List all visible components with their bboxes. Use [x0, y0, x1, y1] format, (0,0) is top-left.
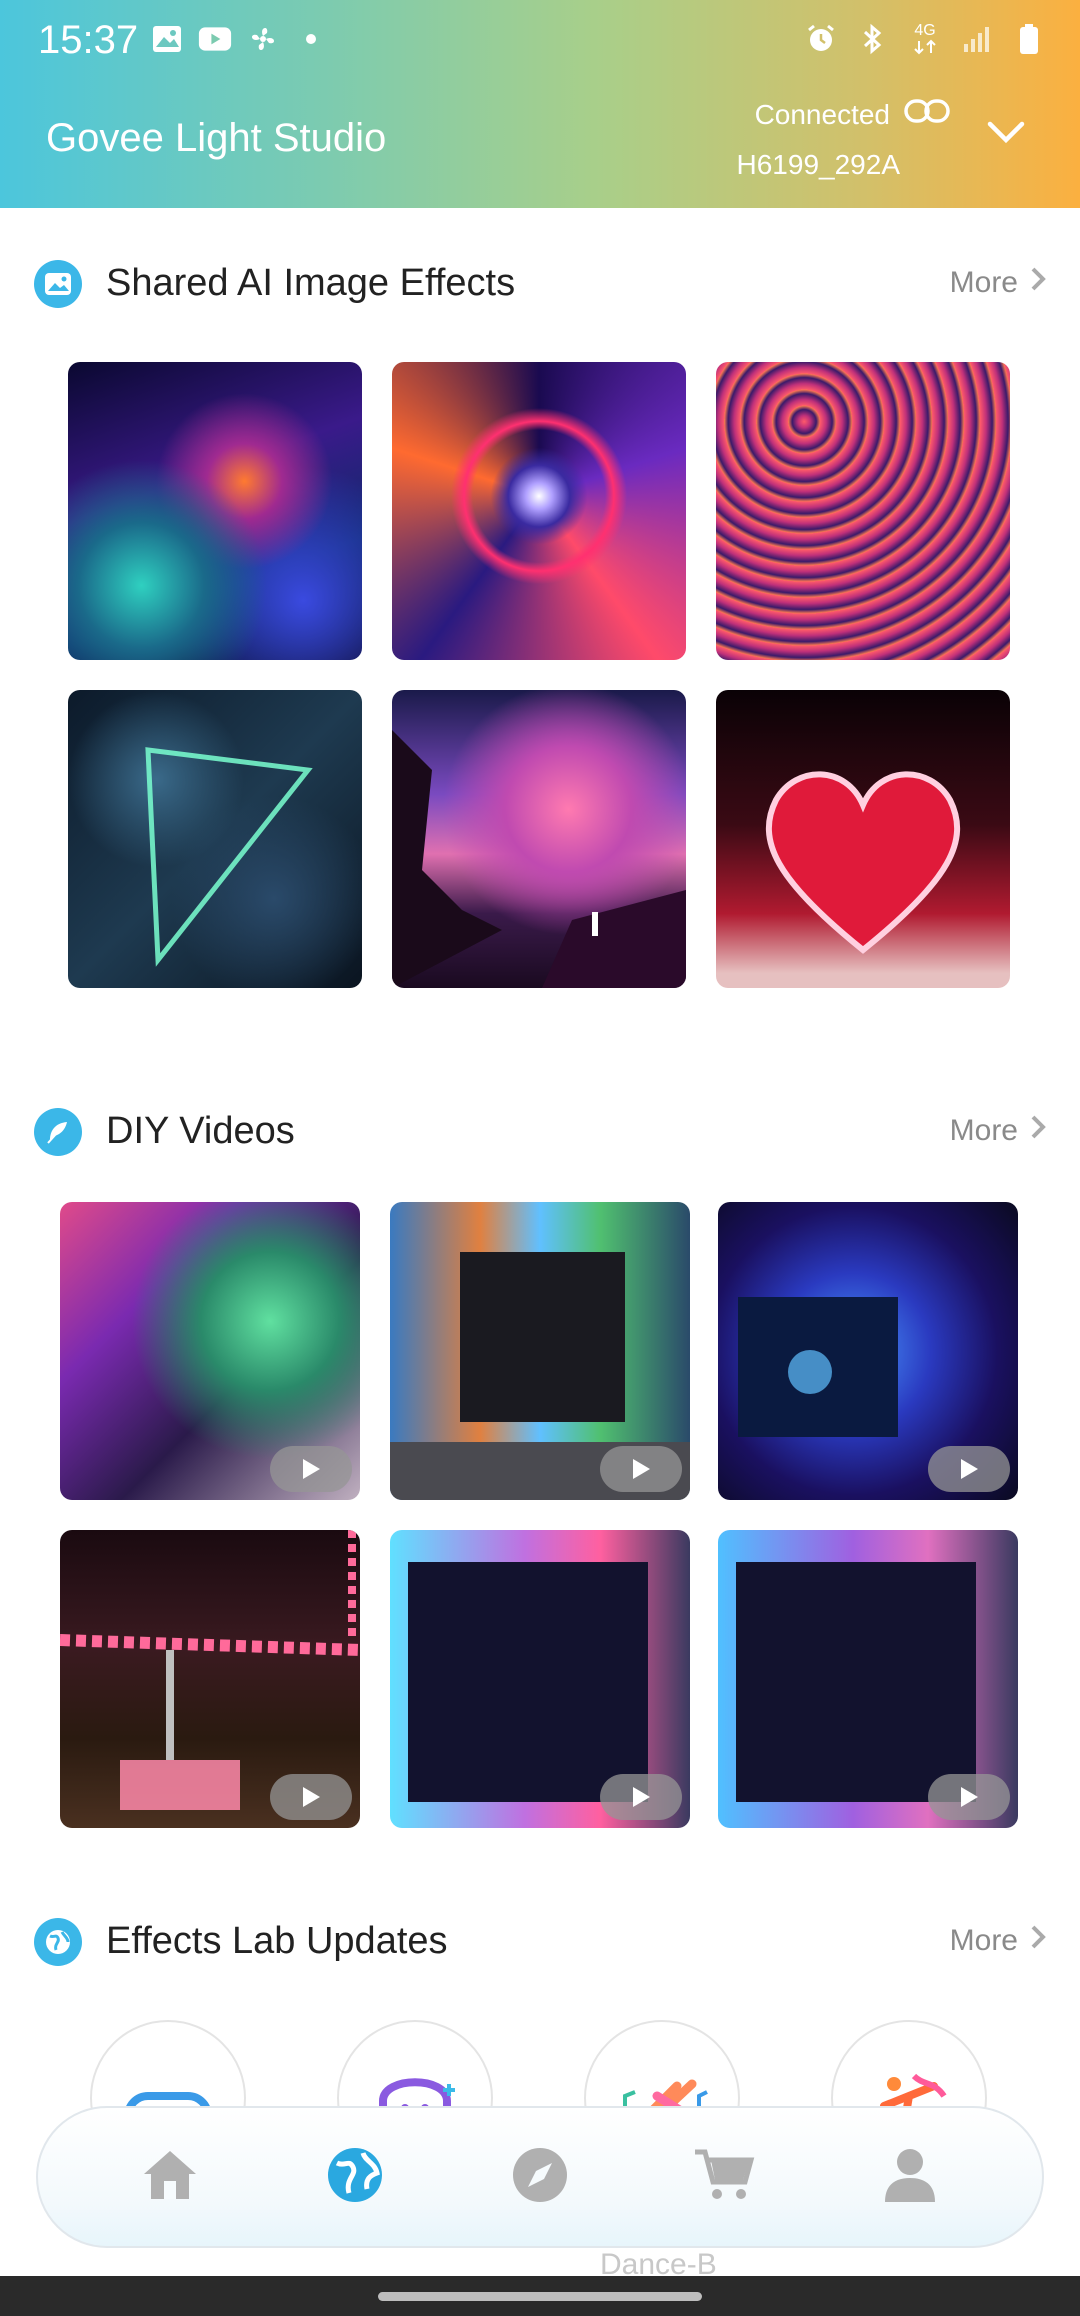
device-name: H6199_292A: [736, 149, 900, 180]
link-icon: [904, 98, 950, 131]
pink-led-strip-video[interactable]: [60, 1530, 360, 1828]
play-icon: [928, 1446, 1010, 1492]
connection-info[interactable]: Connected H6199_292A: [737, 98, 950, 181]
nav-discover[interactable]: [495, 2132, 585, 2222]
chevron-right-icon: [1030, 1114, 1046, 1148]
status-time: 15:37: [38, 18, 139, 62]
section-title: DIY Videos: [106, 1110, 295, 1152]
ai-effects-more-link[interactable]: More: [950, 266, 1046, 300]
nav-profile[interactable]: [865, 2132, 955, 2222]
globe-icon: [34, 1918, 82, 1966]
status-left-icons: [150, 22, 328, 56]
home-icon: [141, 2148, 199, 2207]
battery-icon: [1012, 22, 1046, 56]
status-right-icons: 4G: [804, 22, 1046, 56]
bottom-nav: [36, 2106, 1044, 2248]
play-icon: [270, 1774, 352, 1820]
app-title: Govee Light Studio: [46, 116, 387, 160]
app-header: 15:37 4G Govee Light Studio Connected H6…: [0, 0, 1080, 208]
signal-icon: [960, 22, 994, 56]
section-effects-lab-header: Effects Lab Updates More: [34, 1910, 1046, 1974]
purple-landscape-image[interactable]: [392, 690, 686, 988]
neon-triangle-leaves-image[interactable]: [68, 690, 362, 988]
fractal-flowers-image[interactable]: [68, 362, 362, 660]
alarm-icon: [804, 22, 838, 56]
gallery-icon: [150, 22, 184, 56]
play-icon: [600, 1446, 682, 1492]
section-ai-effects-header: Shared AI Image Effects More: [34, 252, 1046, 316]
tv-pink-cyan-video[interactable]: [390, 1530, 690, 1828]
status-bar: 15:37 4G: [0, 0, 1080, 84]
cart-icon: [693, 2146, 757, 2209]
section-title: Shared AI Image Effects: [106, 262, 516, 304]
tv-purple-cyan-video[interactable]: [718, 1530, 1018, 1828]
chevron-right-icon: [1030, 266, 1046, 300]
connection-status: Connected: [754, 98, 890, 130]
dot-icon: [294, 22, 328, 56]
fan-icon: [246, 22, 280, 56]
neon-swirl-lines-image[interactable]: [716, 362, 1010, 660]
youtube-icon: [198, 22, 232, 56]
system-gesture-bar: [0, 2276, 1080, 2316]
more-label: More: [949, 1924, 1018, 1957]
more-label: More: [949, 266, 1018, 299]
network-label: 4G: [914, 22, 936, 39]
more-label: More: [949, 1114, 1018, 1147]
feather-icon: [34, 1108, 82, 1156]
nav-shop[interactable]: [680, 2132, 770, 2222]
chevron-down-icon[interactable]: [984, 114, 1028, 150]
gaming-room-video[interactable]: [60, 1202, 360, 1500]
chevron-right-icon: [1030, 1924, 1046, 1958]
nav-home[interactable]: [125, 2132, 215, 2222]
home-gesture-handle[interactable]: [378, 2292, 702, 2301]
diy-videos-more-link[interactable]: More: [950, 1114, 1046, 1148]
image-icon: [34, 260, 82, 308]
play-icon: [270, 1446, 352, 1492]
section-diy-videos-header: DIY Videos More: [34, 1100, 1046, 1164]
tv-blue-glow-video[interactable]: [718, 1202, 1018, 1500]
user-icon: [882, 2146, 938, 2209]
section-title: Effects Lab Updates: [106, 1920, 448, 1962]
mandala-hexagram-image[interactable]: [392, 362, 686, 660]
4g-icon: 4G: [908, 22, 942, 56]
nav-explore[interactable]: [310, 2132, 400, 2222]
bluetooth-icon: [856, 22, 890, 56]
globe-icon: [325, 2145, 385, 2210]
play-icon: [928, 1774, 1010, 1820]
effects-lab-more-link[interactable]: More: [950, 1924, 1046, 1958]
neon-heart-image[interactable]: [716, 690, 1010, 988]
compass-icon: [510, 2145, 570, 2210]
play-icon: [600, 1774, 682, 1820]
tv-rainbow-backlight-video[interactable]: [390, 1202, 690, 1500]
